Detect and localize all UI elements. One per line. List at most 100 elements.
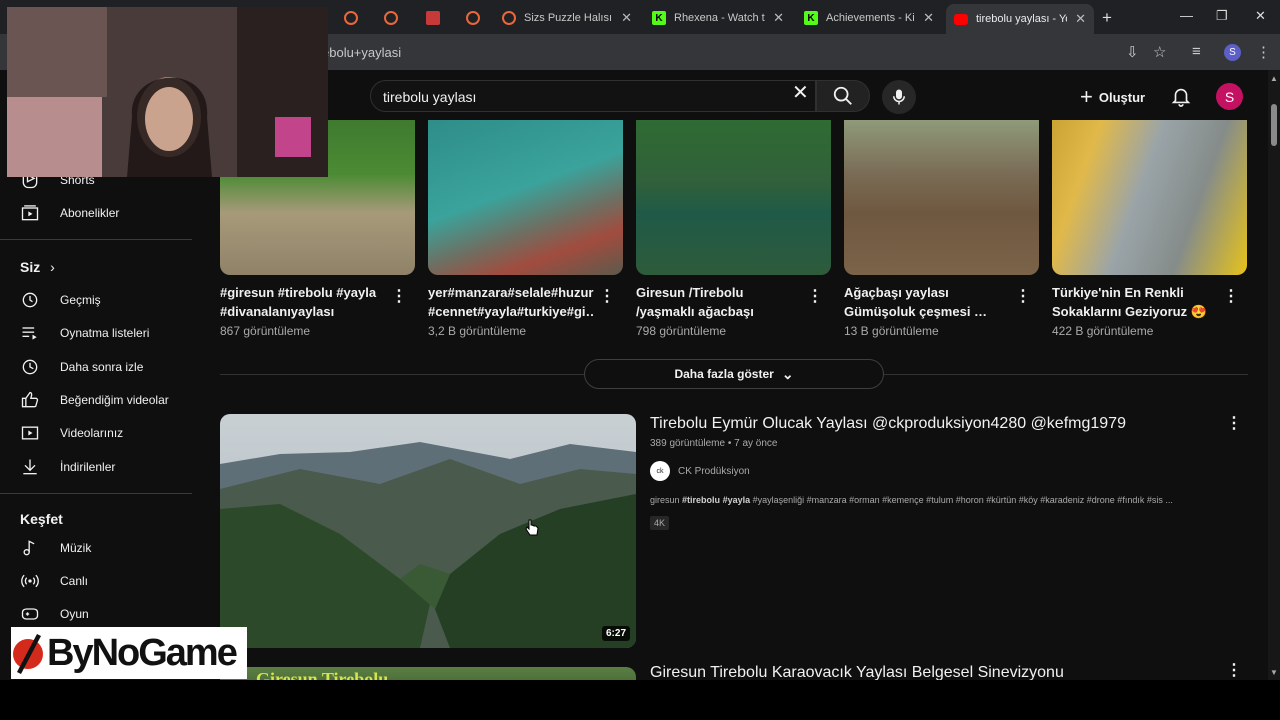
download-icon	[23, 459, 37, 475]
tab-title: tirebolu yaylası - You	[976, 13, 1067, 25]
close-tab-icon[interactable]: ✕	[621, 10, 632, 26]
sidebar-item-subscriptions[interactable]: Abonelikler	[20, 198, 119, 228]
short-title[interactable]: Ağaçbaşı yaylası Gümüşoluk çeşmesi …	[844, 283, 1010, 321]
sidebar-item-history[interactable]: Geçmiş	[20, 285, 101, 315]
short-thumbnail[interactable]	[636, 120, 831, 275]
scrollbar-thumb[interactable]	[1271, 104, 1277, 146]
sidebar-item-your-videos[interactable]: Videolarınız	[20, 418, 123, 448]
sidebar-divider	[0, 239, 192, 240]
section-heading: Siz	[20, 259, 41, 275]
thumbnail-caption: Giresun Tirebolu	[256, 669, 389, 680]
close-tab-icon[interactable]: ✕	[773, 10, 784, 26]
short-card[interactable]: Ağaçbaşı yaylası Gümüşoluk çeşmesi … 13 …	[844, 120, 1039, 338]
browser-tab[interactable]: K Rhexena - Watch the ✕	[644, 6, 792, 30]
sidebar-item-liked-videos[interactable]: Beğendiğim videolar	[20, 385, 169, 415]
restore-icon[interactable]: ❐	[1216, 8, 1228, 24]
description-text: #yaylaşenliği #manzara #orman #kemençe #…	[750, 495, 1173, 505]
scroll-down-icon[interactable]: ▼	[1270, 668, 1278, 677]
video-views: 389 görüntüleme	[650, 438, 726, 449]
browser-tab[interactable]: K Achievements - Kick ✕	[796, 6, 942, 30]
short-thumbnail[interactable]	[428, 120, 623, 275]
sidebar-section-explore: Keşfet	[20, 511, 63, 527]
channel-name[interactable]: CK Prodüksiyon	[678, 466, 750, 477]
sidebar-item-gaming[interactable]: Oyun	[20, 599, 89, 629]
short-title[interactable]: yer#manzara#selale#huzur #cennet#yayla#t…	[428, 283, 594, 321]
video-title[interactable]: Giresun Tirebolu Karaovacık Yaylası Belg…	[650, 664, 1064, 680]
webcam-overlay	[7, 7, 328, 177]
browser-menu-icon[interactable]: ⋮	[1256, 43, 1271, 61]
short-title[interactable]: Türkiye'nin En Renkli Sokaklarını Geziyo…	[1052, 283, 1218, 321]
short-card[interactable]: yer#manzara#selale#huzur #cennet#yayla#t…	[428, 120, 623, 338]
browser-tab-active[interactable]: tirebolu yaylası - You ✕	[946, 4, 1094, 34]
divider-line	[220, 374, 584, 375]
sidebar-section-you[interactable]: Siz ›	[20, 259, 55, 275]
show-more-button[interactable]: Daha fazla göster ⌄	[584, 359, 884, 389]
short-title[interactable]: Giresun /Tirebolu /yaşmaklı ağacbaşı yay…	[636, 283, 802, 321]
install-app-icon[interactable]: ⇩	[1126, 43, 1139, 61]
short-thumbnail[interactable]	[844, 120, 1039, 275]
browser-profile-avatar[interactable]: S	[1224, 44, 1241, 61]
account-avatar[interactable]: S	[1216, 83, 1243, 110]
page-scrollbar[interactable]: ▲ ▼	[1268, 70, 1280, 680]
more-actions-icon[interactable]: ⋮	[1226, 413, 1242, 433]
bynogame-logo-mark	[13, 634, 43, 674]
more-actions-icon[interactable]: ⋮	[1223, 286, 1239, 306]
video-meta: 389 görüntüleme • 7 ay önce	[650, 438, 778, 449]
your-videos-icon	[21, 426, 39, 440]
close-tab-icon[interactable]: ✕	[923, 10, 934, 26]
more-actions-icon[interactable]: ⋮	[807, 286, 823, 306]
sidebar-item-label: Videolarınız	[60, 426, 124, 440]
video-thumbnail[interactable]: Giresun Tirebolu	[220, 667, 636, 680]
search-button[interactable]	[816, 80, 870, 112]
browser-tab[interactable]: Sizs Puzzle Halısı 600 ✕	[494, 6, 640, 30]
short-card[interactable]: Türkiye'nin En Renkli Sokaklarını Geziyo…	[1052, 120, 1247, 338]
tab-title: Sizs Puzzle Halısı 600	[524, 12, 613, 24]
sidebar-item-live[interactable]: Canlı	[20, 566, 88, 596]
media-control-icon[interactable]: ≡	[1192, 43, 1201, 60]
minimize-icon[interactable]: —	[1180, 8, 1193, 23]
scroll-up-icon[interactable]: ▲	[1270, 74, 1278, 83]
chevron-down-icon: ⌄	[781, 365, 794, 382]
short-title[interactable]: #giresun #tirebolu #yayla #divanalanıyay…	[220, 283, 386, 321]
create-button[interactable]: + Oluştur	[1080, 84, 1145, 110]
quality-badge: 4K	[650, 516, 670, 530]
short-views: 422 B görüntüleme	[1052, 324, 1154, 338]
more-actions-icon[interactable]: ⋮	[391, 286, 407, 306]
bookmark-star-icon[interactable]: ☆	[1153, 43, 1166, 61]
orange-circle-icon	[384, 11, 398, 25]
sidebar-item-watch-later[interactable]: Daha sonra izle	[20, 352, 143, 382]
browser-tab[interactable]	[418, 6, 454, 30]
more-actions-icon[interactable]: ⋮	[1226, 660, 1242, 680]
address-bar[interactable]: ebolu+yaylasi	[322, 45, 401, 60]
plus-icon: +	[1080, 84, 1093, 109]
browser-tab[interactable]	[458, 6, 494, 30]
subscriptions-icon	[21, 205, 39, 221]
close-tab-icon[interactable]: ✕	[1075, 11, 1086, 27]
browser-tab[interactable]	[336, 6, 366, 30]
channel-avatar[interactable]: ck	[650, 461, 670, 481]
chevron-right-icon: ›	[50, 259, 55, 275]
search-input[interactable]: tirebolu yaylası	[370, 80, 816, 112]
sidebar-item-label: Geçmiş	[60, 293, 101, 307]
sidebar-item-label: İndirilenler	[60, 460, 116, 474]
sidebar-item-music[interactable]: Müzik	[20, 533, 91, 563]
short-card[interactable]: Giresun /Tirebolu /yaşmaklı ağacbaşı yay…	[636, 120, 831, 338]
notifications-bell-icon[interactable]	[1170, 84, 1192, 108]
more-actions-icon[interactable]: ⋮	[1015, 286, 1031, 306]
orange-circle-icon	[502, 11, 516, 25]
video-title[interactable]: Tirebolu Eymür Olucak Yaylası @ckproduks…	[650, 415, 1126, 433]
voice-search-button[interactable]	[882, 80, 916, 114]
channel-link[interactable]: ck CK Prodüksiyon	[650, 461, 750, 481]
video-thumbnail[interactable]	[220, 414, 636, 648]
sidebar-item-label: Beğendiğim videolar	[60, 393, 169, 407]
short-thumbnail[interactable]	[1052, 120, 1247, 275]
clear-search-icon[interactable]: ✕	[792, 83, 809, 103]
new-tab-button[interactable]: +	[1102, 8, 1112, 28]
close-window-icon[interactable]: ✕	[1255, 8, 1266, 24]
video-age: 7 ay önce	[734, 438, 778, 449]
sidebar-item-downloads[interactable]: İndirilenler	[20, 452, 115, 482]
more-actions-icon[interactable]: ⋮	[599, 286, 615, 306]
browser-tab[interactable]	[376, 6, 414, 30]
sidebar-item-playlists[interactable]: Oynatma listeleri	[20, 318, 149, 348]
sidebar-item-label: Daha sonra izle	[60, 360, 144, 374]
